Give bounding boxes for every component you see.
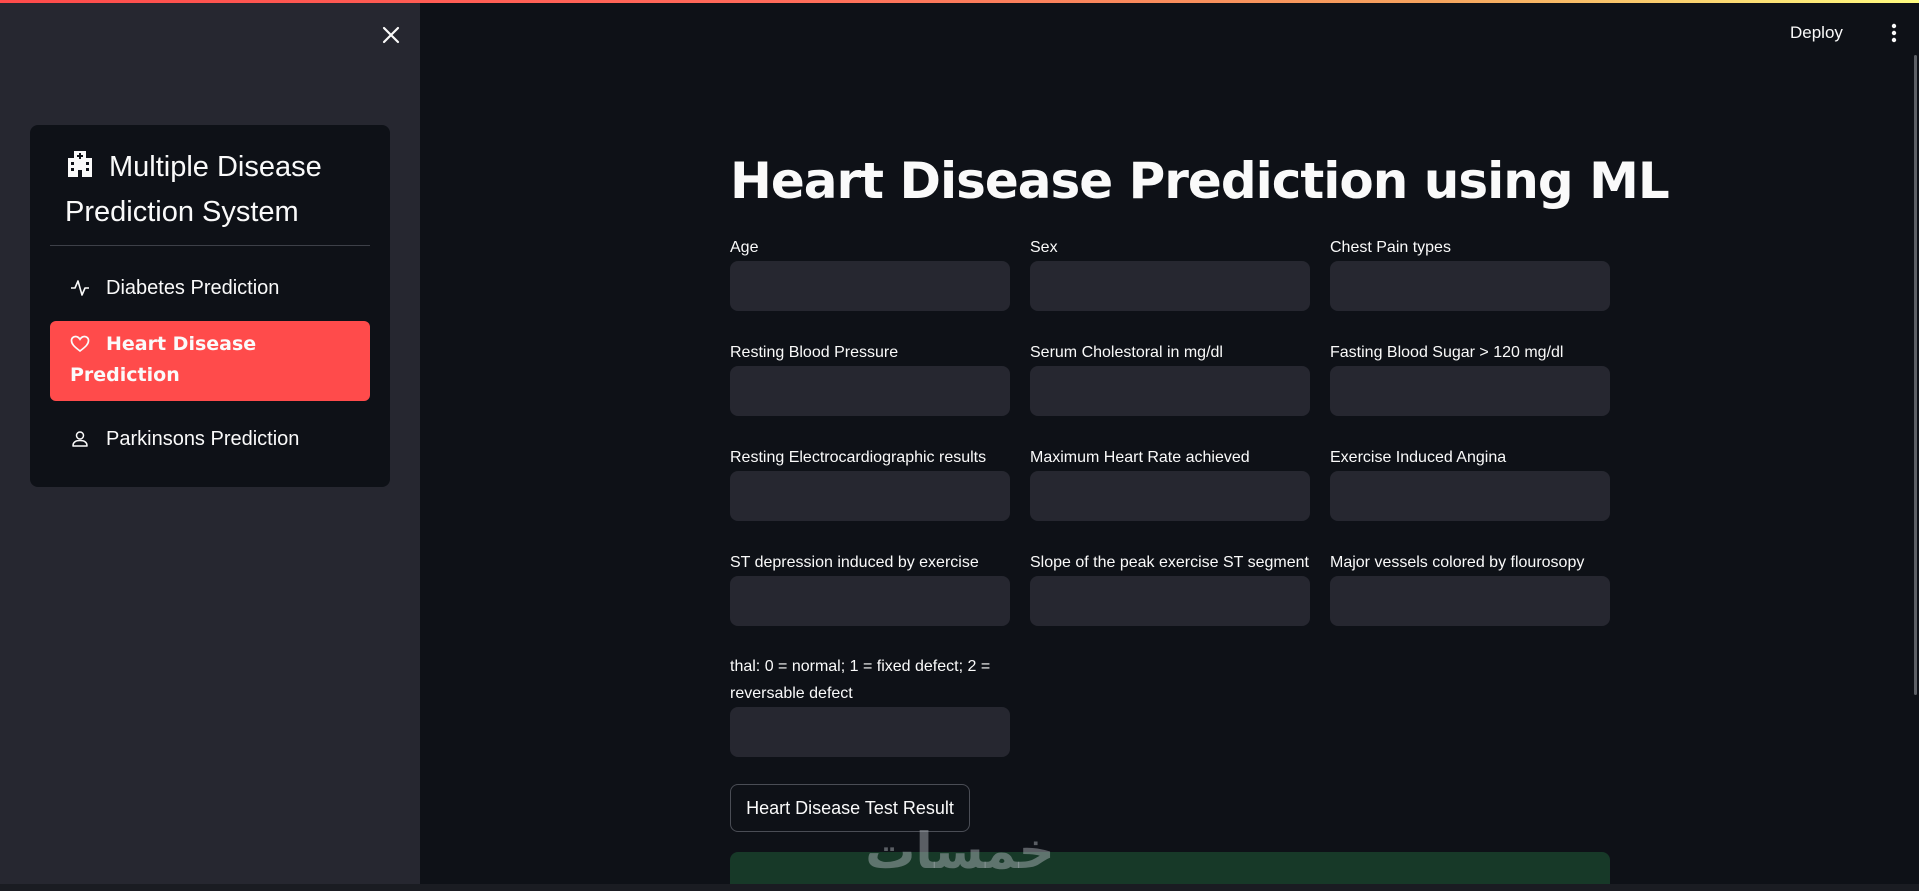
option-menu: Multiple Disease Prediction System Diabe…: [30, 125, 390, 487]
scrollbar-thumb[interactable]: [1914, 55, 1917, 695]
menu-title-text: Multiple Disease Prediction System: [65, 151, 322, 228]
age-input[interactable]: [730, 261, 1010, 311]
main-menu-button[interactable]: [1882, 20, 1906, 46]
sidebar-item-label: Heart Disease Prediction: [70, 333, 257, 386]
field-fasting-blood-sugar: Fasting Blood Sugar > 120 mg/dl: [1330, 339, 1610, 416]
field-resting-bp: Resting Blood Pressure: [730, 339, 1010, 416]
field-label: Exercise Induced Angina: [1330, 449, 1507, 466]
field-st-depression: ST depression induced by exercise: [730, 549, 1010, 626]
field-age: Age: [730, 234, 1010, 311]
activity-icon: [71, 280, 89, 296]
field-sex: Sex: [1030, 234, 1310, 311]
chest-pain-input[interactable]: [1330, 261, 1610, 311]
deploy-button[interactable]: Deploy: [1790, 18, 1843, 48]
watermark-text: خمسات: [865, 822, 1054, 880]
cholesterol-input[interactable]: [1030, 366, 1310, 416]
major-vessels-input[interactable]: [1330, 576, 1610, 626]
field-cholesterol: Serum Cholestoral in mg/dl: [1030, 339, 1310, 416]
sidebar-item-parkinsons[interactable]: Parkinsons Prediction: [50, 419, 370, 459]
field-label: Resting Electrocardiographic results: [730, 449, 987, 466]
field-label: Sex: [1030, 239, 1058, 256]
field-label: Fasting Blood Sugar > 120 mg/dl: [1330, 344, 1564, 361]
hospital-icon: [68, 151, 92, 177]
close-sidebar-button[interactable]: [378, 22, 404, 48]
resting-bp-input[interactable]: [730, 366, 1010, 416]
field-thal: thal: 0 = normal; 1 = fixed defect; 2 = …: [730, 653, 1010, 757]
field-major-vessels: Major vessels colored by flourosopy: [1330, 549, 1610, 626]
field-rest-ecg: Resting Electrocardiographic results: [730, 444, 1010, 521]
max-heart-rate-input[interactable]: [1030, 471, 1310, 521]
field-label: Age: [730, 239, 759, 256]
menu-divider: [50, 245, 370, 246]
slope-input[interactable]: [1030, 576, 1310, 626]
exercise-angina-input[interactable]: [1330, 471, 1610, 521]
field-max-heart-rate: Maximum Heart Rate achieved: [1030, 444, 1310, 521]
bottom-edge: [0, 884, 1919, 891]
field-label: Serum Cholestoral in mg/dl: [1030, 344, 1223, 361]
sidebar-item-heart-disease[interactable]: Heart Disease Prediction: [50, 321, 370, 401]
menu-title: Multiple Disease Prediction System: [65, 145, 365, 235]
field-label: Resting Blood Pressure: [730, 344, 899, 361]
page-title: Heart Disease Prediction using ML: [730, 152, 1670, 210]
watermark-logo: خمسات: [865, 822, 1054, 880]
top-decoration-bar: [0, 0, 1919, 3]
person-icon: [72, 431, 88, 447]
field-label: Maximum Heart Rate achieved: [1030, 449, 1250, 466]
sidebar-item-label: Parkinsons Prediction: [106, 428, 300, 450]
thal-input[interactable]: [730, 707, 1010, 757]
close-icon: [382, 26, 400, 44]
field-label: thal: 0 = normal; 1 = fixed defect; 2 = …: [730, 658, 991, 702]
sex-input[interactable]: [1030, 261, 1310, 311]
field-exercise-angina: Exercise Induced Angina: [1330, 444, 1610, 521]
field-label: Slope of the peak exercise ST segment: [1030, 554, 1309, 571]
rest-ecg-input[interactable]: [730, 471, 1010, 521]
field-label: Major vessels colored by flourosopy: [1330, 554, 1585, 571]
field-label: Chest Pain types: [1330, 239, 1451, 256]
vertical-dots-icon: [1891, 23, 1897, 43]
sidebar-item-diabetes[interactable]: Diabetes Prediction: [50, 268, 370, 308]
st-depression-input[interactable]: [730, 576, 1010, 626]
field-chest-pain: Chest Pain types: [1330, 234, 1610, 311]
fasting-blood-sugar-input[interactable]: [1330, 366, 1610, 416]
sidebar-item-label: Diabetes Prediction: [106, 277, 280, 299]
field-slope: Slope of the peak exercise ST segment: [1030, 549, 1310, 626]
field-label: ST depression induced by exercise: [730, 554, 979, 571]
sidebar: Multiple Disease Prediction System Diabe…: [0, 0, 420, 891]
